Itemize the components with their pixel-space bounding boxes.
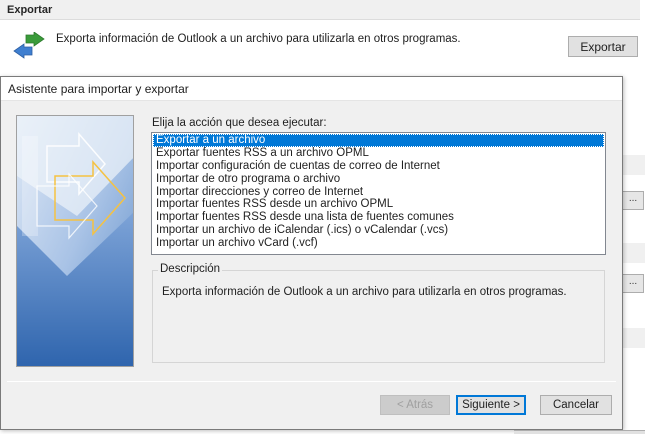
- export-arrows-icon: [13, 32, 45, 59]
- list-item[interactable]: Importar un archivo vCard (.vcf): [153, 237, 604, 250]
- dialog-title: Asistente para importar y exportar: [8, 82, 189, 96]
- list-item[interactable]: Exportar a un archivo: [153, 134, 604, 147]
- cancel-button[interactable]: Cancelar: [540, 395, 612, 415]
- background-strip: [623, 243, 645, 263]
- list-item[interactable]: Importar direcciones y correo de Interne…: [153, 186, 604, 199]
- list-item[interactable]: Exportar fuentes RSS a un archivo OPML: [153, 147, 604, 160]
- list-item[interactable]: Importar de otro programa o archivo: [153, 173, 604, 186]
- description-groupbox: Descripción Exporta información de Outlo…: [152, 263, 605, 363]
- section-title: Exportar: [7, 4, 53, 16]
- list-item[interactable]: Importar fuentes RSS desde una lista de …: [153, 211, 604, 224]
- list-item[interactable]: Importar configuración de cuentas de cor…: [153, 160, 604, 173]
- browse-button[interactable]: ...: [622, 191, 644, 210]
- dialog-titlebar[interactable]: Asistente para importar y exportar: [1, 77, 622, 101]
- export-button[interactable]: Exportar: [568, 36, 638, 57]
- background-button-edge: [514, 430, 645, 434]
- export-description: Exporta información de Outlook a un arch…: [56, 33, 461, 45]
- next-button[interactable]: Siguiente >: [456, 395, 526, 415]
- import-export-wizard-dialog: Asistente para importar y exportar Elija…: [0, 76, 623, 430]
- wizard-art-image: [16, 115, 134, 367]
- browse-button[interactable]: ...: [622, 274, 644, 293]
- description-label: Descripción: [158, 263, 223, 275]
- action-listbox[interactable]: Exportar a un archivo Exportar fuentes R…: [151, 132, 606, 255]
- background-strip: [623, 328, 645, 348]
- divider: [7, 381, 616, 382]
- description-text: Exporta información de Outlook a un arch…: [162, 286, 567, 298]
- action-prompt-label: Elija la acción que desea ejecutar:: [152, 117, 327, 129]
- back-button[interactable]: < Atrás: [380, 395, 450, 415]
- list-item[interactable]: Importar fuentes RSS desde un archivo OP…: [153, 198, 604, 211]
- section-header: Exportar: [0, 0, 640, 20]
- list-item[interactable]: Importar un archivo de iCalendar (.ics) …: [153, 224, 604, 237]
- background-strip: [623, 155, 645, 175]
